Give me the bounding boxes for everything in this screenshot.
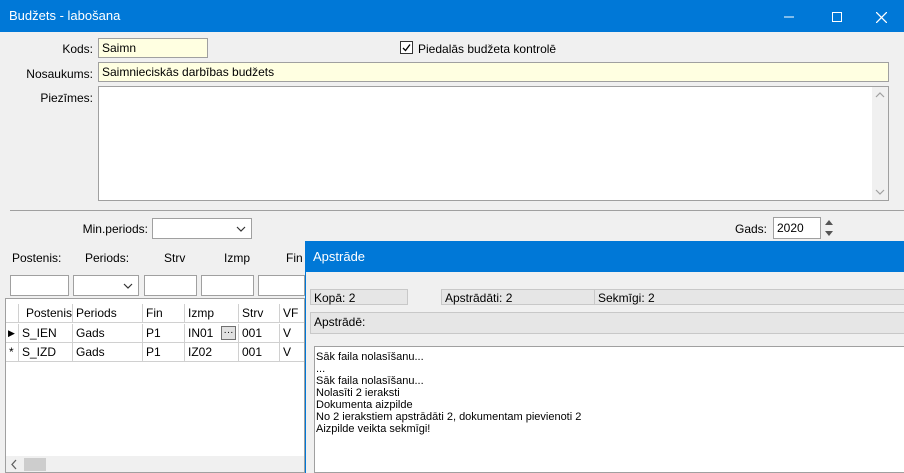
dialog-titlebar[interactable]: Apstrāde bbox=[306, 241, 904, 272]
filter-strv-label: Strv bbox=[164, 251, 186, 265]
separator bbox=[10, 210, 904, 211]
row-marker[interactable]: ▶ bbox=[6, 324, 19, 343]
nosaukums-label: Nosaukums: bbox=[26, 67, 93, 81]
column-header[interactable]: VF bbox=[280, 304, 304, 323]
row-marker[interactable]: * bbox=[6, 343, 19, 362]
column-header[interactable]: Periods bbox=[73, 304, 143, 323]
table-cell[interactable]: 001 bbox=[239, 343, 280, 362]
scroll-left-icon bbox=[11, 459, 17, 470]
min-periods-label: Min.periods: bbox=[82, 222, 148, 236]
filter-postenis-label: Postenis: bbox=[12, 251, 62, 265]
chevron-down-icon bbox=[236, 226, 246, 232]
piedalas-label: Piedalās budžeta kontrolē bbox=[418, 42, 557, 56]
filter-periods-label: Periods: bbox=[85, 251, 130, 265]
window-title: Budžets - labošana bbox=[9, 8, 121, 23]
window-titlebar[interactable]: Budžets - labošana bbox=[0, 0, 904, 32]
table-cell[interactable]: Gads bbox=[73, 343, 143, 362]
min-periods-select[interactable] bbox=[152, 218, 252, 239]
log-line: No 2 ierakstiem apstrādāti 2, dokumentam… bbox=[316, 411, 582, 423]
table-cell[interactable]: S_IZD bbox=[19, 343, 73, 362]
apstrade-dialog: Apstrāde Kopā: 2 Apstrādāti: 2 Sekmīgi: … bbox=[305, 241, 904, 473]
column-header[interactable]: Postenis bbox=[19, 304, 73, 323]
dialog-title: Apstrāde bbox=[313, 249, 366, 264]
close-icon bbox=[875, 11, 887, 24]
chevron-down-icon bbox=[123, 283, 133, 289]
table-cell[interactable]: Gads bbox=[73, 324, 143, 343]
table-cell[interactable]: P1 bbox=[143, 324, 185, 343]
piezimes-scrollbar[interactable] bbox=[872, 87, 888, 200]
close-button[interactable] bbox=[858, 0, 904, 32]
filter-fin-input[interactable] bbox=[258, 275, 305, 296]
spin-up-icon bbox=[825, 220, 833, 225]
piezimes-label: Piezīmes: bbox=[40, 91, 93, 105]
filter-periods-select[interactable] bbox=[73, 275, 139, 296]
gads-input[interactable]: 2020 bbox=[773, 217, 821, 239]
log-line: Nolasīti 2 ieraksti bbox=[316, 387, 400, 399]
filter-postenis-input[interactable] bbox=[10, 275, 69, 296]
status-apstrade: Apstrādē: bbox=[310, 312, 904, 334]
log-line: Aizpilde veikta sekmīgi! bbox=[316, 423, 431, 435]
gads-spinner[interactable] bbox=[823, 217, 835, 239]
grid-hscrollbar[interactable] bbox=[6, 456, 304, 472]
log-line: Dokumenta aizpilde bbox=[316, 399, 413, 411]
scroll-down-icon bbox=[875, 189, 885, 195]
column-header[interactable]: Fin bbox=[143, 304, 185, 323]
minimize-button[interactable] bbox=[766, 0, 812, 32]
filter-fin-label: Fin bbox=[286, 251, 303, 265]
piedalas-checkbox[interactable] bbox=[400, 41, 413, 54]
scroll-thumb[interactable] bbox=[24, 458, 46, 471]
filter-izmp-input[interactable] bbox=[201, 275, 254, 296]
minimize-icon bbox=[784, 16, 794, 18]
column-header[interactable]: Strv bbox=[239, 304, 280, 323]
nosaukums-input[interactable]: Saimnieciskās darbības budžets bbox=[98, 62, 889, 82]
table-cell[interactable]: 001 bbox=[239, 324, 280, 343]
status-apstradati: Apstrādāti: 2 bbox=[441, 289, 596, 305]
column-header[interactable]: Izmp bbox=[185, 304, 239, 323]
table-cell[interactable]: S_IEN bbox=[19, 324, 73, 343]
spin-down-icon bbox=[825, 231, 833, 236]
filter-strv-input[interactable] bbox=[144, 275, 197, 296]
log-textarea[interactable]: Sāk faila nolasīšanu... ... Sāk faila no… bbox=[314, 346, 904, 473]
table-cell[interactable]: IZ02 bbox=[185, 343, 239, 362]
table-cell[interactable]: V bbox=[280, 324, 304, 343]
checkmark-icon bbox=[402, 44, 411, 52]
ellipsis-button[interactable]: ··· bbox=[221, 326, 236, 340]
piezimes-textarea[interactable] bbox=[98, 86, 889, 201]
grid-corner bbox=[6, 304, 19, 323]
filter-izmp-label: Izmp bbox=[224, 251, 251, 265]
budget-grid[interactable]: Postenis Periods Fin Izmp Strv VF ▶ S_IE… bbox=[5, 298, 305, 473]
log-line: Sāk faila nolasīšanu... bbox=[316, 351, 424, 363]
log-line: ... bbox=[316, 363, 326, 375]
table-cell[interactable]: IN01 ··· bbox=[185, 324, 239, 343]
log-line: Sāk faila nolasīšanu... bbox=[316, 375, 424, 387]
kods-label: Kods: bbox=[62, 42, 93, 56]
gads-label: Gads: bbox=[734, 222, 767, 236]
scroll-up-icon bbox=[875, 92, 885, 98]
maximize-icon bbox=[832, 12, 842, 23]
table-cell[interactable]: P1 bbox=[143, 343, 185, 362]
maximize-button[interactable] bbox=[814, 0, 860, 32]
table-cell[interactable]: V bbox=[280, 343, 304, 362]
kods-input[interactable]: Saimn bbox=[98, 38, 208, 58]
table-cell-value: IN01 bbox=[188, 326, 214, 340]
status-kopa: Kopā: 2 bbox=[310, 289, 408, 305]
status-sekmigi: Sekmīgi: 2 bbox=[594, 289, 904, 305]
